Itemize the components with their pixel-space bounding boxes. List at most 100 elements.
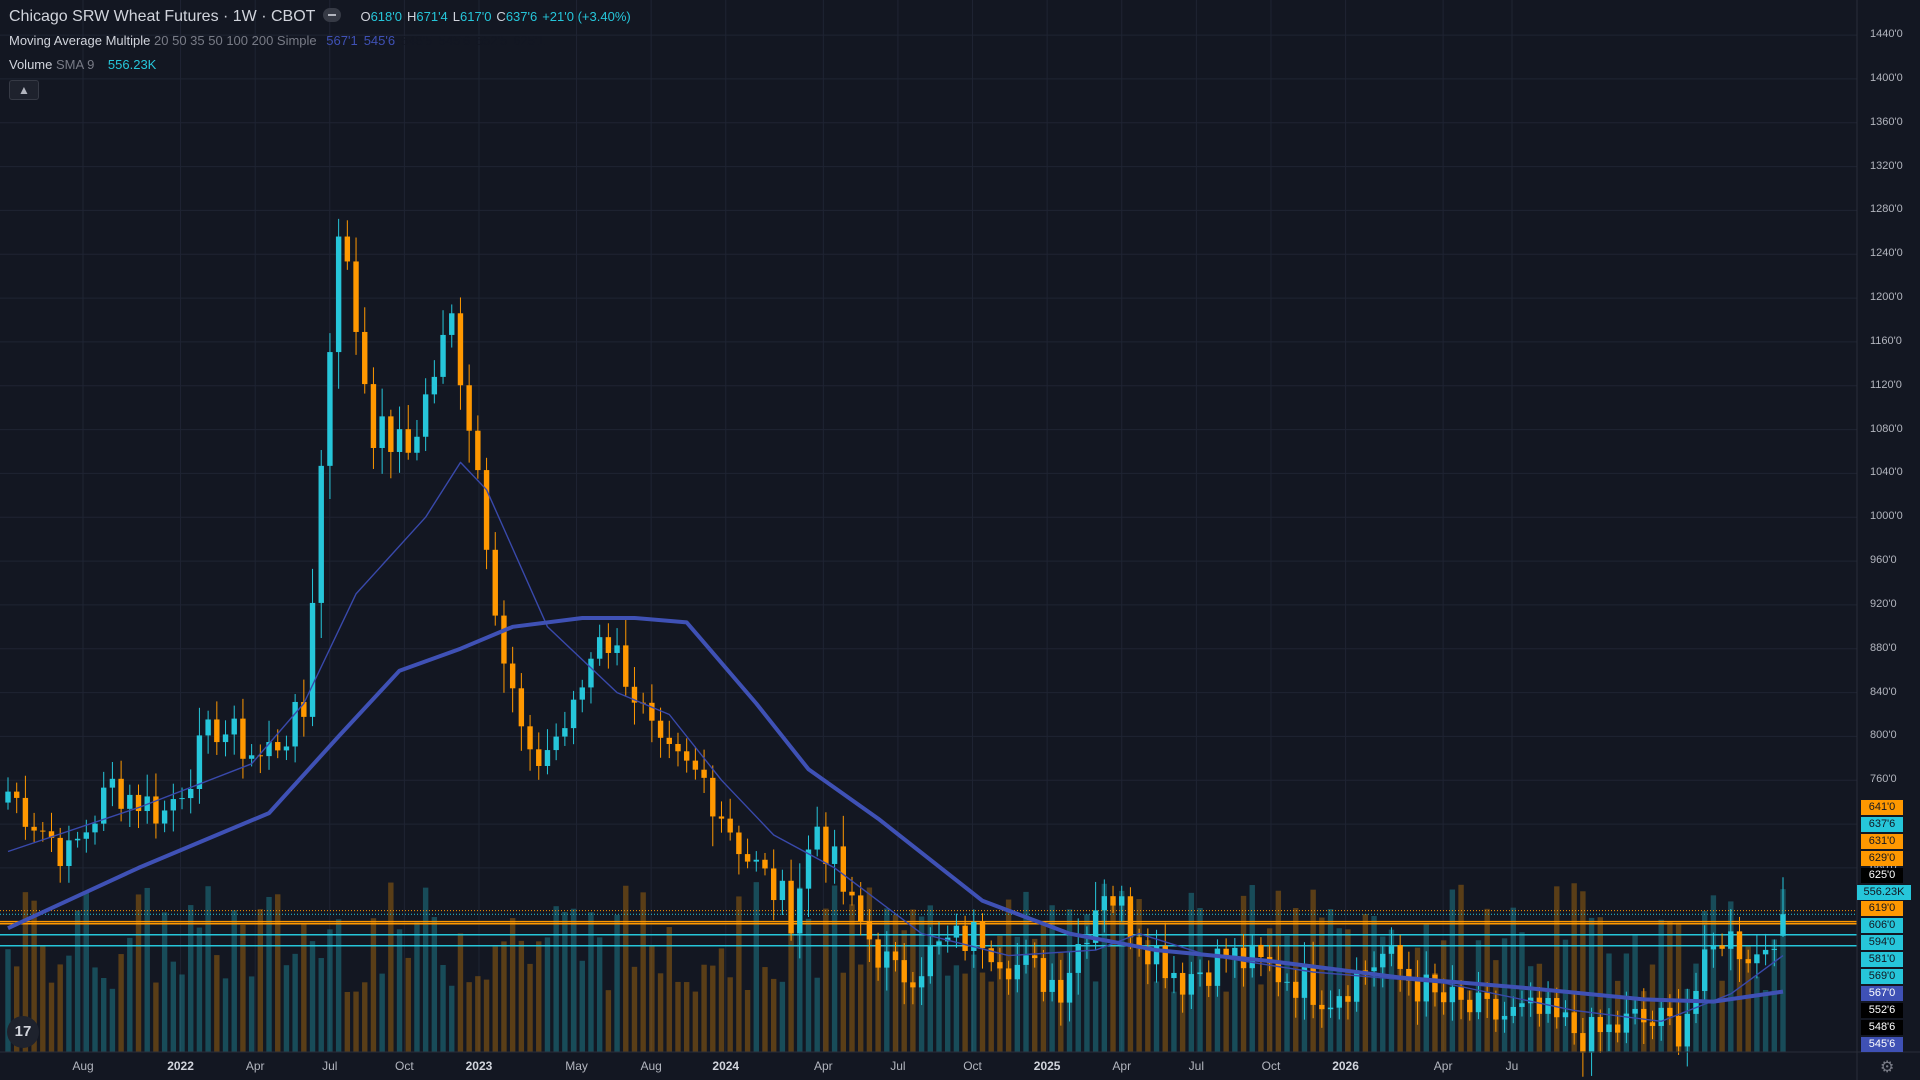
- candle-body: [814, 826, 820, 850]
- volume-bar: [109, 988, 116, 1052]
- time-tick-label: Apr: [1433, 1059, 1453, 1073]
- candle-body: [509, 663, 516, 689]
- ma-legend[interactable]: Moving Average Multiple 20 50 35 50 100 …: [9, 33, 545, 48]
- candle-body: [1206, 972, 1212, 986]
- candle-body: [1432, 974, 1438, 993]
- candle-body: [327, 352, 333, 466]
- candle-body: [5, 791, 11, 803]
- price-tick-label: 1400'0: [1870, 71, 1903, 84]
- volume-bar: [1632, 935, 1638, 1052]
- candle-body: [31, 826, 37, 831]
- volume-bar: [214, 955, 220, 1052]
- volume-bar: [631, 966, 638, 1052]
- price-scale-label: 581'0: [1861, 952, 1903, 968]
- volume-bar: [501, 941, 507, 1052]
- candle-body: [1293, 981, 1299, 998]
- price-tick-label: 880'0: [1870, 641, 1897, 654]
- price-scale-label: 641'0: [1861, 800, 1903, 815]
- price-tick-label: 960'0: [1870, 554, 1897, 567]
- candle-body: [1501, 1015, 1508, 1020]
- price-scale-label: 545'6: [1861, 1036, 1903, 1052]
- candle-body: [623, 645, 629, 687]
- candle-body: [1258, 944, 1264, 958]
- candle-body: [1606, 1024, 1612, 1033]
- ma-indicator-name[interactable]: Moving Average Multiple: [9, 33, 150, 48]
- volume-bar: [518, 940, 525, 1052]
- volume-bar: [570, 908, 577, 1052]
- volume-bar: [1258, 984, 1264, 1052]
- candle-body: [388, 416, 394, 452]
- symbol-title[interactable]: Chicago SRW Wheat Futures · 1W · CBOT: [9, 8, 315, 25]
- candle-body: [466, 385, 472, 431]
- candle-body: [440, 334, 446, 377]
- time-tick-label: 2026: [1332, 1059, 1359, 1073]
- candle-body: [344, 236, 351, 262]
- volume-indicator-name[interactable]: Volume: [9, 57, 52, 72]
- collapse-legend-button[interactable]: ▲: [9, 80, 39, 100]
- candle-body: [501, 615, 507, 664]
- candle-body: [727, 818, 733, 833]
- candle-body: [718, 816, 725, 819]
- candle-body: [1736, 931, 1743, 960]
- close-value: 637'6: [505, 9, 538, 24]
- candle-body: [857, 895, 864, 922]
- candle-body: [492, 549, 498, 616]
- candle-body: [1058, 979, 1064, 1003]
- volume-bar: [649, 946, 655, 1052]
- volume-bar: [710, 965, 716, 1052]
- low-value: 617'0: [460, 9, 492, 24]
- volume-bar: [318, 958, 324, 1052]
- volume-bar: [475, 976, 481, 1052]
- tradingview-logo-icon[interactable]: 17: [7, 1016, 39, 1048]
- volume-bar: [492, 946, 498, 1052]
- candle-body: [692, 760, 699, 770]
- volume-bar: [83, 892, 90, 1052]
- symbol-legend[interactable]: Chicago SRW Wheat Futures · 1W · CBOT O61…: [9, 7, 631, 26]
- price-scale-label: 631'0: [1861, 833, 1903, 849]
- ma-value: 552'5: [475, 33, 508, 48]
- candle-body: [92, 823, 98, 833]
- open-value: 618'0: [370, 9, 402, 24]
- volume-bar: [362, 982, 368, 1052]
- volume-bar: [736, 896, 742, 1052]
- volume-legend[interactable]: Volume SMA 9 556.23K: [9, 57, 156, 72]
- gear-icon[interactable]: ⚙: [1880, 1057, 1894, 1077]
- volume-bar: [953, 965, 960, 1052]
- candle-body: [335, 236, 342, 353]
- candle-body: [1084, 942, 1090, 945]
- candle-body: [1510, 1006, 1516, 1016]
- candle-body: [1467, 999, 1473, 1013]
- price-tick-label: 800'0: [1870, 729, 1897, 742]
- candle-body: [875, 939, 881, 968]
- candle-body: [1388, 945, 1395, 954]
- volume-bar: [553, 906, 559, 1052]
- price-tick-label: 760'0: [1870, 773, 1897, 786]
- candle-body: [596, 637, 603, 659]
- candle-body: [753, 859, 759, 862]
- candle-body: [57, 837, 63, 867]
- volume-bar: [753, 882, 759, 1052]
- candle-body: [222, 734, 229, 743]
- candle-body: [675, 743, 681, 752]
- candle-body: [1614, 1024, 1621, 1033]
- candle-body: [475, 430, 481, 471]
- candle-body: [614, 645, 620, 653]
- volume-bar: [1710, 895, 1717, 1052]
- candle-body: [1014, 964, 1021, 980]
- ohlc-readout: O618'0 H671'4 L617'0 C637'6 +21'0 (+3.40%): [355, 9, 630, 24]
- volume-bar: [805, 918, 812, 1052]
- close-label: C: [496, 9, 506, 24]
- volume-bar: [405, 957, 411, 1052]
- candle-body: [248, 755, 255, 759]
- volume-bar: [788, 929, 794, 1052]
- minus-icon[interactable]: [323, 7, 342, 22]
- candle-body: [292, 701, 298, 747]
- candle-body: [840, 846, 846, 892]
- volume-bar: [388, 882, 394, 1052]
- time-tick-label: 2023: [465, 1059, 493, 1073]
- candle-body: [570, 699, 577, 729]
- candle-body: [962, 925, 968, 951]
- volume-value: 556.23K: [107, 57, 157, 72]
- volume-bar: [135, 894, 142, 1052]
- price-chart[interactable]: [0, 0, 1920, 1080]
